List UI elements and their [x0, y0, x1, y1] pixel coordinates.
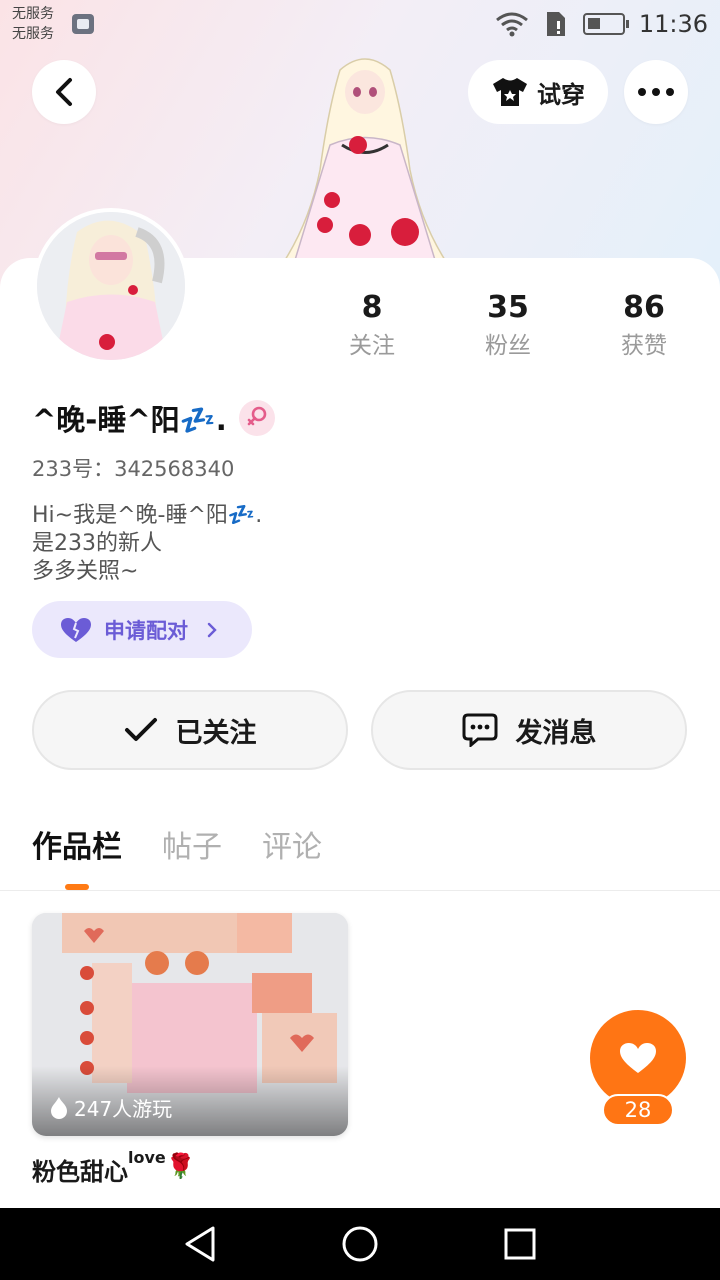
- nav-back-button[interactable]: [180, 1224, 220, 1264]
- circle-home-icon: [342, 1226, 378, 1262]
- profile-stats: 8 关注 35 粉丝 86 获赞: [304, 290, 712, 370]
- stat-following[interactable]: 8 关注: [304, 290, 440, 370]
- send-message-button[interactable]: 发消息: [371, 690, 687, 770]
- flame-icon: [51, 1096, 67, 1119]
- followed-button[interactable]: 已关注: [32, 690, 348, 770]
- try-on-label: 试穿: [537, 80, 585, 109]
- heart-icon: [620, 1043, 656, 1073]
- user-id: 233号：342568340: [32, 457, 235, 481]
- stat-fans-value: 35: [487, 290, 529, 325]
- tab-comments[interactable]: 评论: [262, 826, 322, 890]
- stat-likes[interactable]: 86 获赞: [576, 290, 712, 370]
- stat-fans-label: 粉丝: [485, 333, 531, 359]
- tab-works[interactable]: 作品栏: [32, 826, 122, 890]
- wifi-icon: [495, 12, 528, 37]
- heart-icon: [61, 617, 91, 642]
- chevron-right-icon: [207, 622, 217, 637]
- square-recents-icon: [504, 1228, 536, 1260]
- like-fab-button[interactable]: [590, 1010, 686, 1106]
- status-bar: 无服务 无服务 11:36: [0, 0, 720, 50]
- work-plays: 247人游玩: [50, 1093, 172, 1122]
- nickname-row: ^晚-睡^阳💤.: [32, 398, 275, 438]
- avatar-image: [37, 212, 185, 360]
- more-dots-icon: [638, 88, 674, 96]
- gender-female-icon: [238, 400, 275, 436]
- battery-icon: [582, 13, 629, 35]
- back-button[interactable]: [32, 60, 96, 124]
- nav-recents-button[interactable]: [500, 1224, 540, 1264]
- bio-line: 是233的新人: [32, 531, 162, 556]
- sim-alert-icon: [546, 12, 565, 36]
- tab-posts[interactable]: 帖子: [162, 826, 222, 890]
- tshirt-icon: [493, 78, 527, 106]
- send-message-label: 发消息: [515, 717, 597, 749]
- work-title[interactable]: 粉色甜心 love 🌹: [32, 1148, 196, 1187]
- chat-bubble-icon: [462, 713, 497, 747]
- more-button[interactable]: [624, 60, 688, 124]
- work-plays-label: 247人游玩: [74, 1097, 173, 1121]
- back-arrow-icon: [56, 78, 72, 106]
- avatar[interactable]: [33, 208, 189, 364]
- profile-tabs: 作品栏 帖子 评论: [32, 826, 322, 890]
- system-nav-bar: [0, 1208, 720, 1280]
- image-notification-icon: [72, 14, 94, 34]
- apply-pair-label: 申请配对: [104, 618, 188, 643]
- bio-line: Hi~我是^晚-睡^阳💤.: [32, 503, 263, 528]
- bio: Hi~我是^晚-睡^阳💤. 是233的新人 多多关照~: [32, 502, 632, 586]
- tabs-divider: [0, 890, 720, 891]
- apply-pair-button[interactable]: 申请配对: [32, 601, 252, 658]
- status-right: 11:36: [495, 8, 708, 40]
- nickname: ^晚-睡^阳💤.: [32, 403, 227, 437]
- hero-character-image: [283, 58, 447, 261]
- nav-home-button[interactable]: [340, 1224, 380, 1264]
- check-icon: [124, 718, 157, 741]
- stat-likes-value: 86: [623, 290, 665, 325]
- try-on-button[interactable]: 试穿: [468, 60, 608, 124]
- status-time: 11:36: [638, 10, 708, 38]
- stat-likes-label: 获赞: [621, 333, 667, 359]
- like-count-badge: 28: [602, 1094, 674, 1126]
- carrier-label: 无服务 无服务: [12, 6, 54, 42]
- triangle-back-icon: [185, 1226, 215, 1262]
- stat-following-label: 关注: [349, 333, 395, 359]
- bio-line: 多多关照~: [32, 559, 139, 584]
- followed-label: 已关注: [175, 717, 257, 749]
- work-card[interactable]: 247人游玩: [32, 913, 348, 1136]
- stat-following-value: 8: [361, 290, 383, 325]
- stat-fans[interactable]: 35 粉丝: [440, 290, 576, 370]
